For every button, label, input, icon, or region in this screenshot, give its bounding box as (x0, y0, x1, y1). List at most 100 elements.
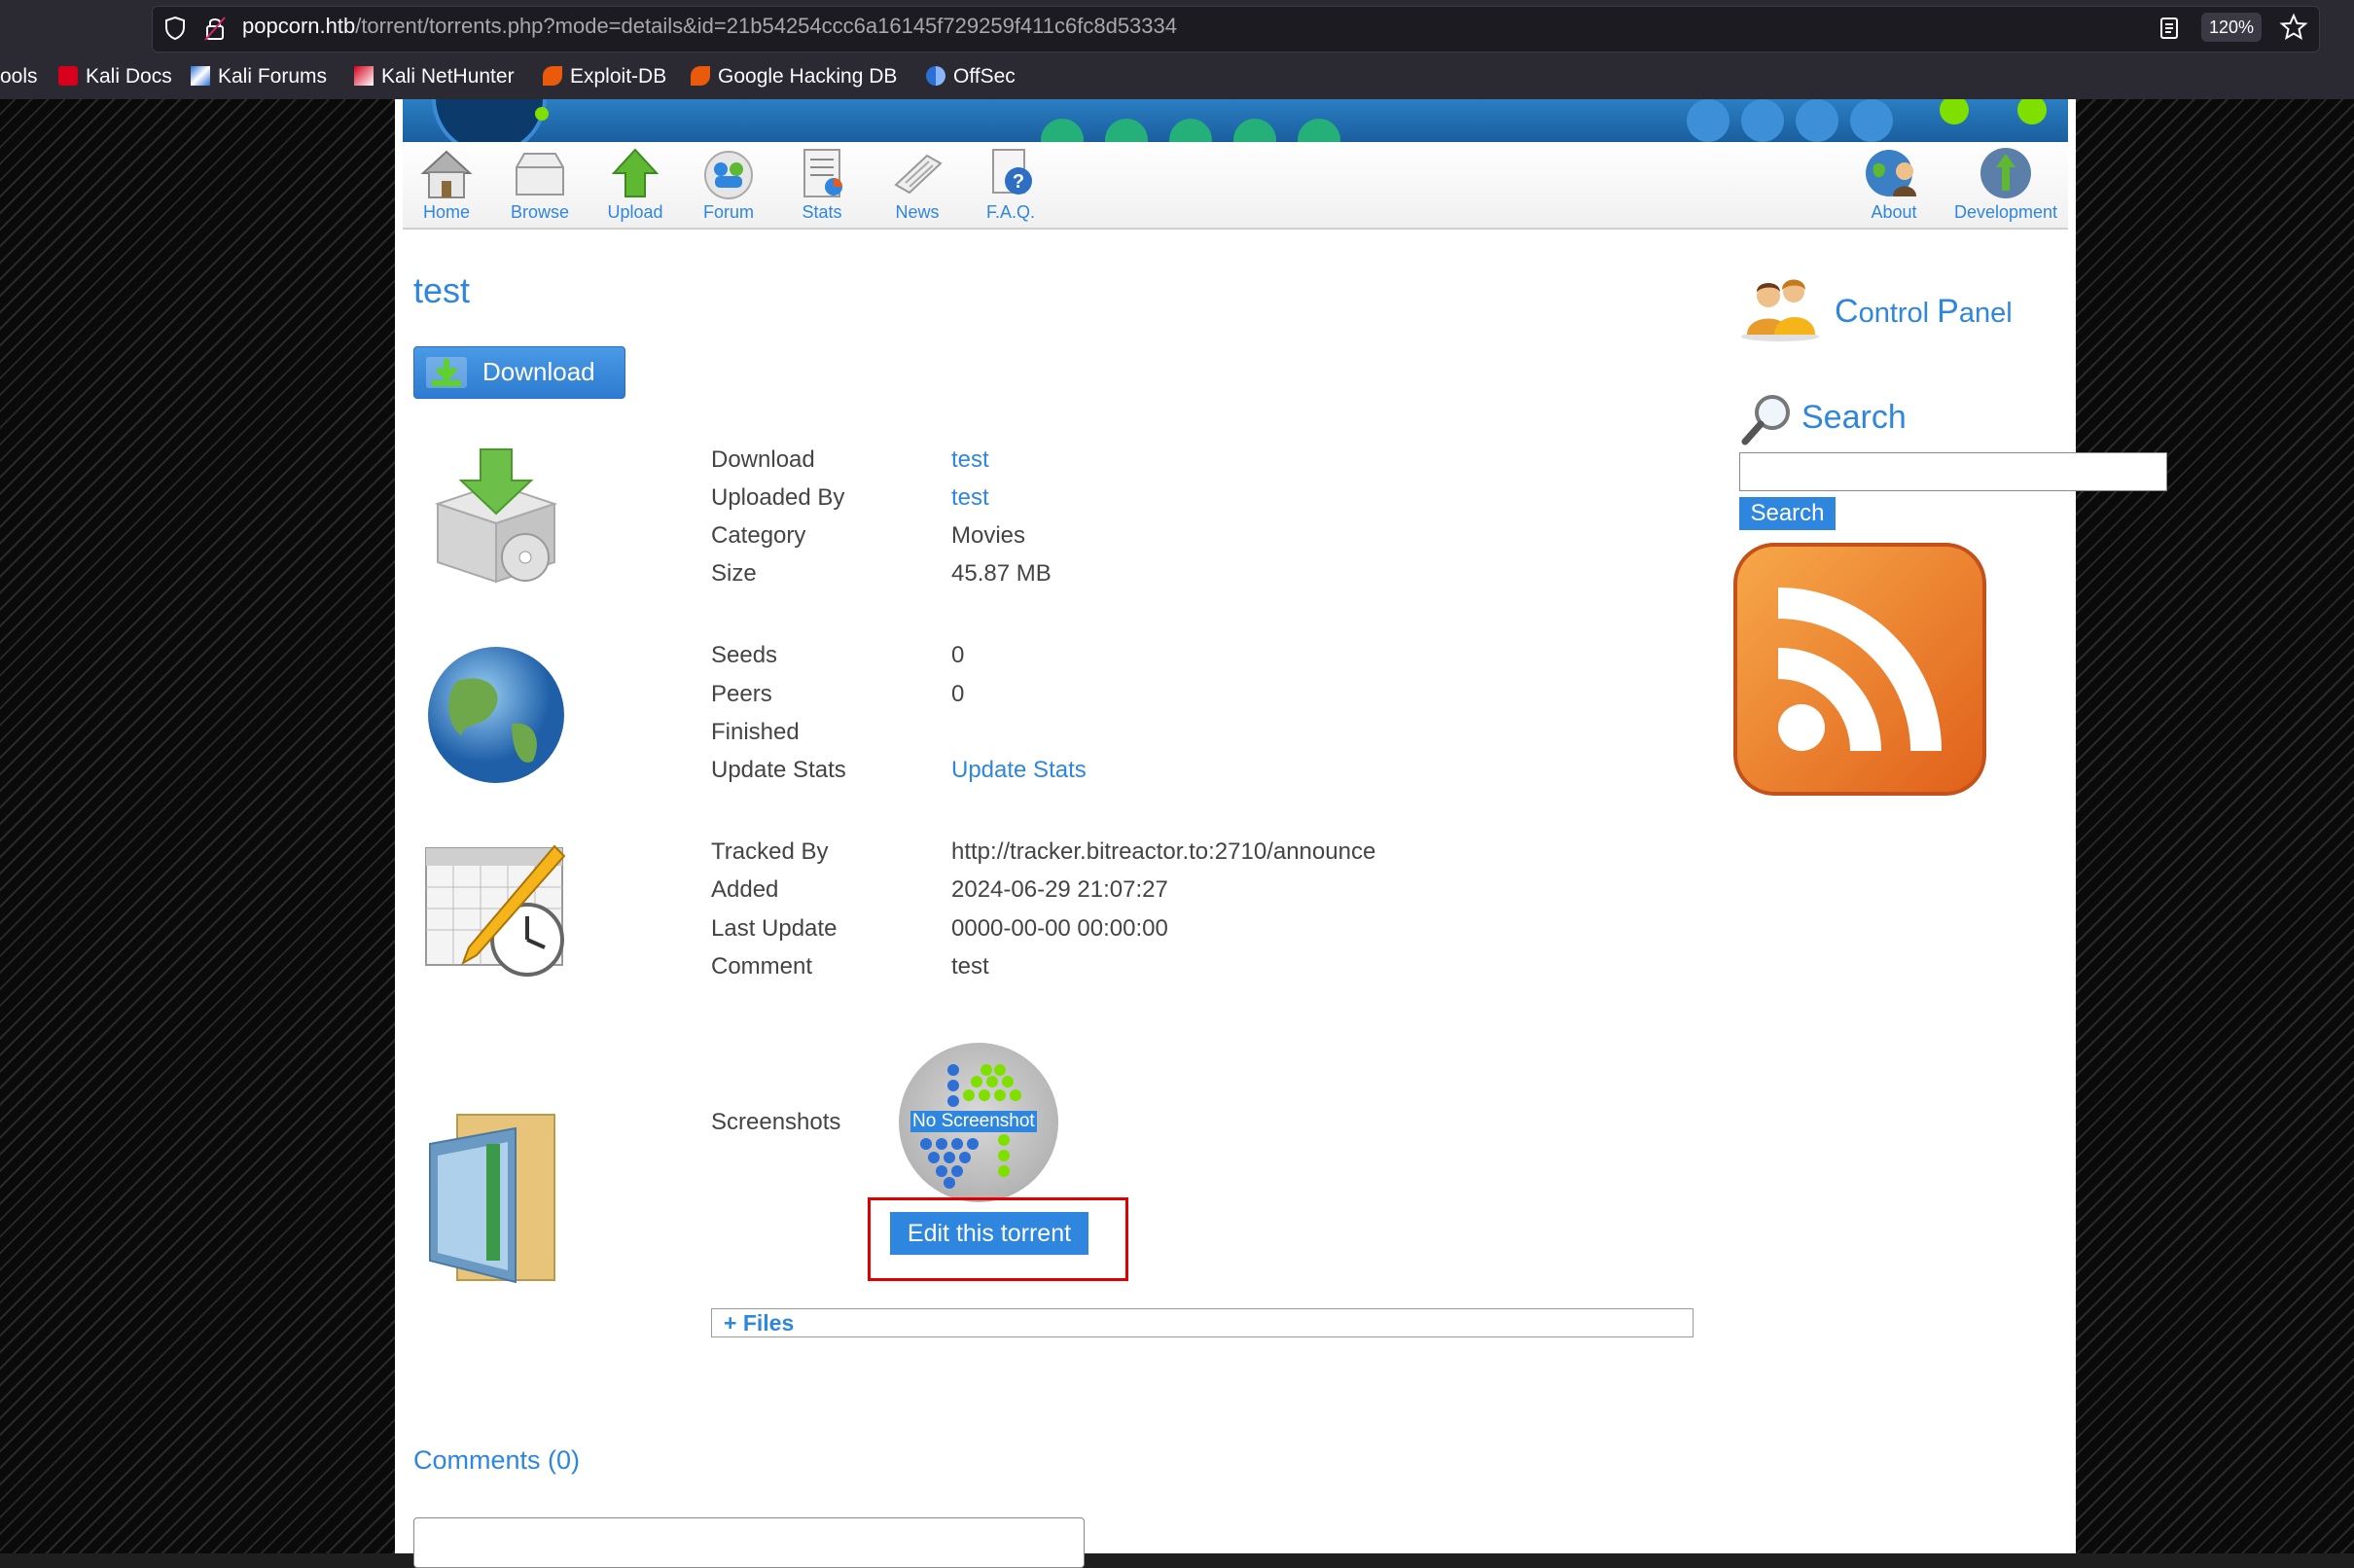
site-banner (403, 99, 2068, 142)
tracker-value: http://tracker.bitreactor.to:2710/announ… (951, 838, 1376, 865)
globe-icon (428, 647, 564, 783)
banner-dot (1041, 119, 1084, 142)
no-screenshot-image[interactable]: No Screenshot (899, 1043, 1058, 1202)
cp-letter: C (1835, 293, 1859, 330)
nav-home[interactable]: Home (403, 146, 490, 223)
nav-development[interactable]: Development (1945, 146, 2066, 223)
banner-dot (1233, 119, 1276, 142)
upload-icon (611, 148, 660, 197)
download-link[interactable]: test (951, 446, 989, 474)
download-icon (426, 357, 467, 388)
control-panel-icon (1741, 279, 1819, 341)
shield-icon[interactable] (162, 15, 188, 42)
package-download-icon (434, 448, 558, 584)
news-icon (894, 154, 943, 195)
bookmark-star-icon[interactable] (2279, 13, 2308, 42)
control-panel-link[interactable]: Control Panel (1835, 293, 2013, 331)
banner-dot (1687, 99, 1730, 142)
nav-label: News (895, 202, 940, 222)
bookmark-offsec[interactable]: OffSec (926, 65, 1016, 89)
bookmark-label: Kali Forums (218, 65, 328, 88)
comment-value: test (951, 953, 989, 980)
url-host: popcorn.htb (242, 14, 356, 38)
nav-about[interactable]: About (1850, 146, 1938, 223)
magnifier-icon (1741, 395, 1790, 445)
bookmark-label: Kali NetHunter (381, 65, 515, 88)
nav-label: F.A.Q. (985, 202, 1035, 222)
label-uploaded-by: Uploaded By (711, 484, 845, 511)
url-path: /torrent/torrents.php?mode=details&id=21… (355, 14, 1178, 38)
folder-icon (429, 1114, 555, 1284)
bookmark-google-hacking-db[interactable]: Google Hacking DB (691, 65, 897, 89)
bookmark-label: Kali Docs (86, 65, 172, 88)
banner-dot (1850, 99, 1893, 142)
rss-feed-icon[interactable] (1731, 541, 1988, 798)
torrent-title: test (413, 270, 471, 310)
bookmark-kali-docs[interactable]: Kali Docs (58, 65, 172, 89)
update-stats-link[interactable]: Update Stats (951, 757, 1087, 784)
size-value: 45.87 MB (951, 560, 1052, 587)
banner-dot (2017, 99, 2047, 125)
kali-docs-icon (58, 66, 78, 86)
forum-icon (704, 151, 753, 199)
kali-forums-icon (191, 66, 210, 86)
calendar-clock-icon (425, 844, 566, 977)
cp-text-part: ontrol (1858, 298, 1938, 329)
reader-view-icon[interactable] (2157, 15, 2182, 42)
lock-icon[interactable] (202, 14, 228, 43)
nav-upload[interactable]: Upload (591, 146, 679, 223)
nav-faq[interactable]: ? F.A.Q. (967, 146, 1054, 223)
nav-browse[interactable]: Browse (496, 146, 584, 223)
peers-value: 0 (951, 681, 965, 707)
bookmark-label: OffSec (953, 65, 1016, 88)
kali-nethunter-icon (354, 66, 374, 86)
banner-dot (535, 107, 549, 121)
url-text[interactable]: popcorn.htb/torrent/torrents.php?mode=de… (242, 14, 1177, 39)
files-toggle-label: + Files (724, 1310, 795, 1336)
search-button[interactable]: Search (1739, 497, 1836, 530)
uploader-link[interactable]: test (951, 484, 989, 512)
banner-dot (1169, 119, 1212, 142)
label-comment: Comment (711, 953, 813, 980)
bookmark-tools[interactable]: ools (0, 65, 38, 89)
files-toggle[interactable]: + Files (711, 1308, 1694, 1337)
bookmark-kali-nethunter[interactable]: Kali NetHunter (354, 65, 515, 89)
label-size: Size (711, 560, 757, 587)
cp-letter: P (1937, 293, 1959, 330)
zoom-level[interactable]: 120% (2201, 13, 2262, 42)
nav-label: Browse (510, 202, 570, 222)
nav-stats[interactable]: Stats (778, 146, 866, 223)
label-tracked-by: Tracked By (711, 838, 829, 865)
about-icon (1866, 150, 1916, 196)
bookmark-kali-forums[interactable]: Kali Forums (191, 65, 327, 89)
search-heading: Search (1801, 399, 1907, 436)
banner-dot (1940, 99, 1969, 125)
nav-label: About (1871, 202, 1917, 222)
search-input[interactable] (1739, 452, 2167, 491)
last-update-value: 0000-00-00 00:00:00 (951, 915, 1168, 942)
nav-news[interactable]: News (874, 146, 961, 223)
label-peers: Peers (711, 681, 772, 707)
category-value: Movies (951, 522, 1026, 549)
nav-forum[interactable]: Forum (685, 146, 772, 223)
development-icon (1980, 148, 2031, 198)
comments-link[interactable]: Comments (0) (413, 1445, 580, 1476)
home-icon (420, 150, 473, 198)
svg-text:?: ? (1013, 171, 1024, 193)
banner-dot (1298, 119, 1340, 142)
offsec-icon (926, 66, 945, 86)
nav-label: Development (1953, 202, 2058, 222)
banner-dot (1741, 99, 1784, 142)
download-button[interactable]: Download (413, 346, 625, 399)
nav-label: Stats (802, 202, 842, 222)
comment-textarea[interactable] (413, 1517, 1085, 1568)
label-download: Download (711, 446, 815, 473)
bookmark-exploit-db[interactable]: Exploit-DB (543, 65, 666, 89)
label-finished: Finished (711, 719, 800, 745)
nav-label: Upload (607, 202, 663, 222)
edit-torrent-button[interactable]: Edit this torrent (890, 1212, 1088, 1255)
bookmark-label: ools (0, 65, 38, 88)
banner-logo (432, 99, 547, 142)
no-screenshot-text: No Screenshot (910, 1111, 1037, 1132)
added-value: 2024-06-29 21:07:27 (951, 876, 1168, 903)
